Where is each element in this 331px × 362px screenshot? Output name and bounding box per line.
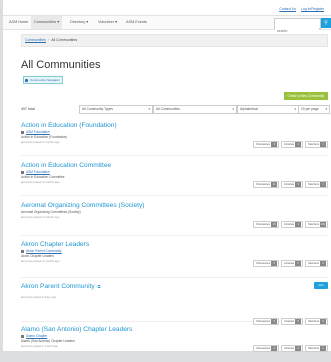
- breadcrumb-communities[interactable]: Communities: [25, 38, 46, 42]
- members-count[interactable]: Members 1: [305, 260, 328, 267]
- main-nav: ASM Home Communities ▾ Directory ▾ Volun…: [3, 15, 331, 35]
- org-icon: [21, 130, 24, 134]
- search-button[interactable]: ⚲: [321, 18, 331, 28]
- nav-asm-events[interactable]: ASM Events: [123, 16, 150, 29]
- chevron-down-icon: ▾: [325, 107, 327, 111]
- libraries-count[interactable]: Libraries 5: [281, 181, 304, 188]
- community-title[interactable]: Alamo (San Antonio) Chapter Leaders: [21, 326, 328, 333]
- libraries-count[interactable]: Libraries 0: [281, 318, 304, 325]
- filter-bar: 497 total All Community Types ▾ All Commu…: [21, 105, 330, 114]
- nav-asm-home[interactable]: ASM Home: [6, 16, 31, 29]
- discussions-count[interactable]: Discussions 0: [253, 318, 280, 325]
- discussions-count[interactable]: Discussions 15: [253, 221, 280, 228]
- nav-directory[interactable]: Directory ▾: [67, 16, 91, 29]
- login-register-link[interactable]: Log In/Register: [301, 7, 324, 11]
- list-item: Action in Education Committee ASM Founda…: [21, 162, 328, 196]
- contact-us-link[interactable]: Contact Us: [279, 7, 296, 11]
- sort-select[interactable]: Alphabetical ▾: [237, 105, 299, 114]
- libraries-count[interactable]: Libraries 4: [281, 221, 304, 228]
- org-icon: [21, 249, 24, 253]
- per-page-select[interactable]: 20 per page ▾: [298, 105, 330, 114]
- community-stats: Discussions 3 Libraries 2 Members 1: [251, 132, 328, 148]
- page-frame: Contact Us Log In/Register ASM Home Comm…: [3, 0, 331, 352]
- list-item: Aeromat Organizing Committees (Society) …: [21, 202, 328, 236]
- libraries-count[interactable]: Libraries 0: [281, 260, 304, 267]
- last-post: last post posted 3 days ago: [21, 295, 57, 299]
- libraries-count[interactable]: Libraries 2: [281, 141, 304, 148]
- external-link-icon: ⧉: [97, 284, 101, 289]
- members-count[interactable]: Members 1: [305, 181, 328, 188]
- community-title[interactable]: Akron Parent Community ⧉: [21, 283, 328, 290]
- result-count: 497 total: [21, 107, 35, 111]
- list-item: Action in Education (Foundation) ASM Fou…: [21, 122, 328, 156]
- discussions-count[interactable]: Discussions 11: [253, 181, 280, 188]
- search-icon: ⚲: [324, 20, 328, 26]
- community-navigator-chip[interactable]: Community Navigator: [23, 76, 63, 84]
- join-button[interactable]: Join: [314, 282, 328, 289]
- members-count[interactable]: Members 101: [305, 221, 328, 228]
- list-item: Akron Chapter Leaders Akron Parent Commu…: [21, 241, 328, 278]
- type-filter[interactable]: All Community Types ▾: [79, 105, 153, 114]
- community-stats: Discussions 11 Libraries 5 Members 1: [251, 172, 328, 188]
- main-content: Communities › All Communities All Communit…: [21, 34, 330, 352]
- community-stats: Discussions 15 Libraries 4 Members 101: [251, 212, 328, 228]
- create-community-button[interactable]: Create a New Community: [283, 92, 328, 100]
- discussions-count[interactable]: Discussions 0: [253, 260, 280, 267]
- chevron-down-icon: ▾: [148, 107, 150, 111]
- nav-communities[interactable]: Communities ▾: [31, 16, 63, 29]
- nav-volunteer[interactable]: Volunteer ▾: [95, 16, 120, 29]
- org-icon: [21, 170, 24, 174]
- chevron-down-icon: ▾: [232, 107, 234, 111]
- top-links: Contact Us Log In/Register: [275, 7, 324, 11]
- breadcrumb: Communities › All Communities: [21, 34, 328, 47]
- community-title[interactable]: Action in Education (Foundation): [21, 122, 328, 129]
- discussions-count[interactable]: Discussions 3: [253, 141, 280, 148]
- breadcrumb-separator: ›: [47, 38, 50, 42]
- community-title[interactable]: Aeromat Organizing Committees (Society): [21, 202, 328, 209]
- chevron-down-icon: ▾: [294, 107, 296, 111]
- list-item: Akron Parent Community ⧉ last post posted…: [21, 282, 328, 325]
- breadcrumb-current: All Communities: [51, 38, 78, 42]
- org-icon: [21, 334, 24, 338]
- list-item: Alamo (San Antonio) Chapter Leaders Alam…: [21, 326, 328, 362]
- members-count[interactable]: Members 1: [305, 141, 328, 148]
- community-title[interactable]: Akron Chapter Leaders: [21, 241, 328, 248]
- page-title: All Communities: [21, 59, 101, 71]
- search-box: [274, 18, 321, 35]
- community-stats: Discussions 0 Libraries 0 Members 0: [251, 309, 328, 325]
- community-stats: Discussions 0 Libraries 0 Members 1: [251, 251, 328, 267]
- members-count[interactable]: Members 0: [305, 318, 328, 325]
- community-stats: Discussions 0 Libraries 0 Members 1: [251, 336, 328, 352]
- community-title[interactable]: Action in Education Committee: [21, 162, 328, 169]
- scope-filter[interactable]: All Communities ▾: [153, 105, 237, 114]
